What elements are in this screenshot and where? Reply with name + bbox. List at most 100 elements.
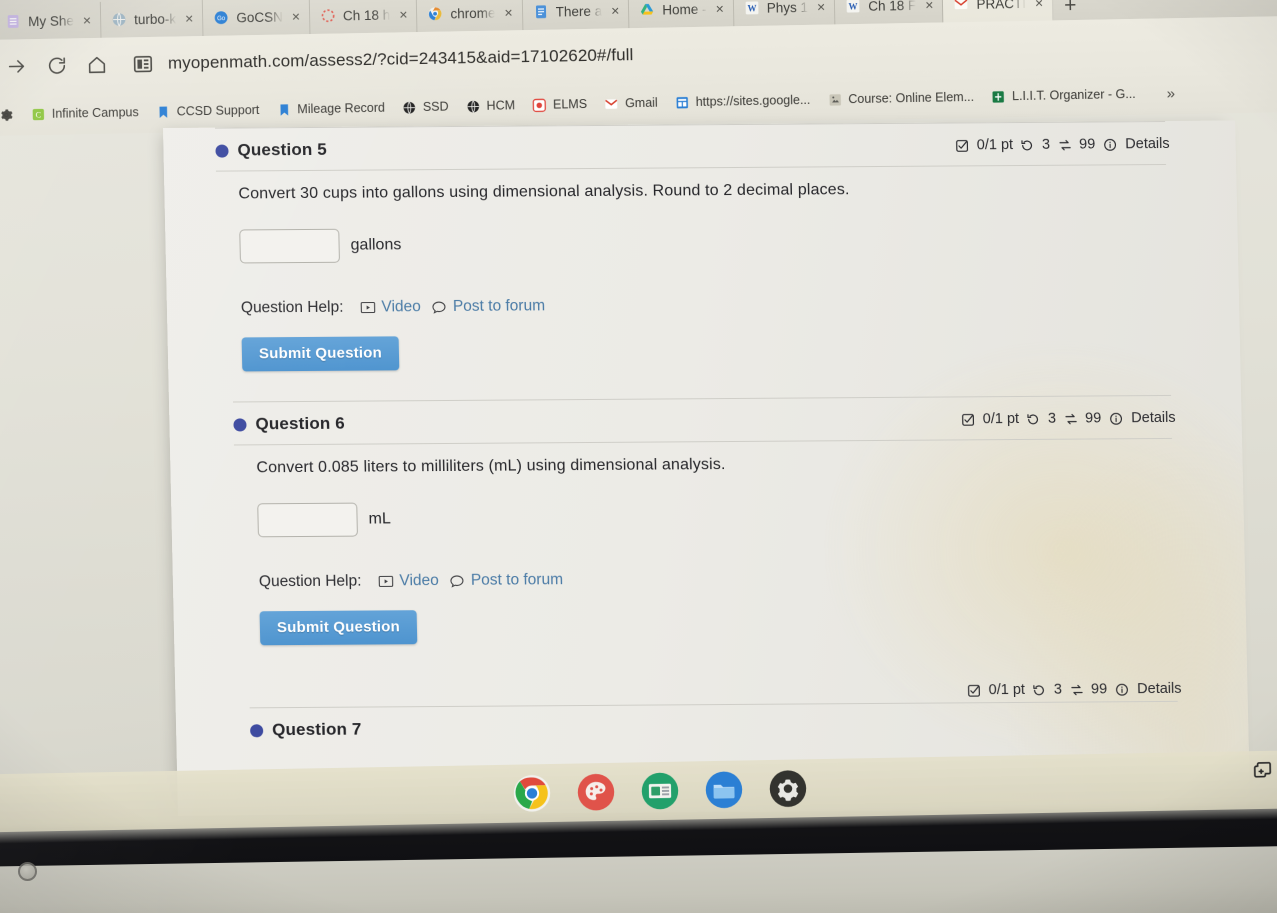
answer-input-gallons[interactable] (239, 228, 340, 264)
close-icon[interactable]: × (185, 10, 193, 26)
bookmark-label: Gmail (624, 95, 658, 111)
browser-tab[interactable]: Ch 18 h × (309, 0, 418, 35)
art-palette-icon[interactable] (577, 773, 616, 812)
new-tab-button[interactable]: + (1052, 0, 1089, 20)
home-icon[interactable] (86, 54, 108, 76)
details-link[interactable]: Details (1131, 410, 1176, 426)
browser-tab[interactable]: Home - × (629, 0, 735, 29)
site-info-icon[interactable] (132, 53, 154, 75)
bookmark-ribbon-icon (159, 106, 168, 118)
bookmark-label: Infinite Campus (51, 105, 139, 121)
bookmark-label: https://sites.google... (695, 92, 811, 109)
gear-icon[interactable] (0, 107, 14, 122)
swap-icon (1064, 413, 1077, 424)
retry-icon (1027, 413, 1039, 424)
news-icon[interactable] (641, 772, 680, 811)
files-icon[interactable] (705, 770, 744, 809)
question-prompt: Convert 30 cups into gallons using dimen… (238, 181, 850, 203)
address-bar[interactable]: myopenmath.com/assess2/?cid=243415&aid=1… (132, 44, 634, 75)
question-status-dot-icon (233, 417, 247, 431)
details-link[interactable]: Details (1125, 136, 1170, 152)
video-help-label: Video (381, 298, 422, 316)
info-icon[interactable] (1114, 682, 1129, 697)
close-icon[interactable]: × (399, 6, 407, 22)
cast-icon[interactable] (1252, 760, 1272, 780)
question-block-6: Question 6 0/1 pt 3 99 Details Convert 0… (232, 394, 1188, 646)
bookmark-label: L.I.I.T. Organizer - G... (1011, 86, 1136, 104)
close-icon[interactable]: × (817, 0, 825, 15)
gmail-icon (954, 0, 968, 10)
answer-row-6: mL (257, 497, 1186, 538)
bookmark-item[interactable]: https://sites.google... (675, 92, 811, 109)
bookmarks-overflow-button[interactable]: » (1167, 85, 1176, 102)
infinite-campus-icon: C (32, 108, 45, 120)
gocsn-icon: Go (214, 11, 228, 25)
bezel-indicator-icon (18, 862, 37, 881)
forum-help-link[interactable]: Post to forum (449, 571, 564, 590)
submit-question-button-6[interactable]: Submit Question (259, 610, 418, 646)
video-help-link[interactable]: Video (377, 572, 439, 590)
bookmark-item[interactable]: Course: Online Elem... (827, 89, 974, 107)
question-body-6: Convert 0.085 liters to milliliters (mL)… (234, 439, 1188, 646)
browser-tab-title: turbo-k (133, 10, 177, 27)
bookmark-label: CCSD Support (176, 102, 260, 119)
score-text: 0/1 pt (988, 681, 1026, 699)
video-help-link[interactable]: Video (359, 298, 421, 316)
question-help-label: Question Help: (240, 298, 344, 317)
browser-tab[interactable]: W Ch 18 F × (834, 0, 944, 25)
bookmark-item[interactable]: CCSD Support (156, 102, 260, 119)
close-icon[interactable]: × (504, 4, 512, 20)
bookmark-item[interactable]: ELMS (532, 96, 587, 112)
browser-tab[interactable]: My She × (0, 1, 102, 40)
submit-question-button-5[interactable]: Submit Question (241, 336, 400, 372)
close-icon[interactable]: × (715, 0, 723, 16)
browser-tab[interactable]: Go GoCSN × (202, 0, 311, 36)
close-icon[interactable]: × (83, 12, 91, 28)
info-icon[interactable] (1108, 411, 1123, 426)
details-link[interactable]: Details (1137, 681, 1182, 697)
close-icon[interactable]: × (611, 2, 619, 18)
settings-gear-icon[interactable] (769, 769, 808, 808)
close-icon[interactable]: × (925, 0, 933, 13)
question-help-row-5: Question Help: Video Post to forum (241, 293, 1181, 318)
bookmark-label: ELMS (552, 96, 588, 112)
info-icon[interactable] (1102, 137, 1117, 152)
answer-unit-label: mL (368, 510, 392, 528)
bookmark-item[interactable]: C Infinite Campus (31, 105, 139, 122)
video-icon (360, 301, 375, 314)
photographed-screen: My She × turbo-k × Go GoCSN × Ch 18 h × chrome × Th… (0, 0, 1277, 913)
browser-tab[interactable]: chrome × (417, 0, 523, 33)
bookmark-item[interactable]: Gmail (604, 95, 658, 111)
attempts-text: 3 (1053, 681, 1063, 698)
docs-icon (535, 5, 546, 19)
bookmark-ribbon-icon (280, 103, 288, 116)
retry-icon (1033, 684, 1045, 695)
close-icon[interactable]: × (1035, 0, 1043, 11)
svg-text:C: C (36, 110, 42, 119)
browser-tab-title: My She (28, 12, 75, 29)
bookmark-item[interactable]: L.I.I.T. Organizer - G... (991, 86, 1136, 104)
forum-help-label: Post to forum (470, 571, 564, 589)
chrome-icon[interactable] (513, 774, 552, 813)
shelf-status-tray[interactable]: Nov 17 (1252, 759, 1277, 780)
bookmark-item[interactable]: HCM (465, 98, 515, 114)
answer-input-ml[interactable] (257, 502, 358, 538)
browser-tab[interactable]: There a × (522, 0, 630, 31)
reload-icon[interactable] (46, 54, 68, 76)
question-status-dot-icon (215, 144, 229, 158)
browser-tab[interactable]: W Phys 1 × (733, 0, 836, 27)
forward-arrow-icon[interactable] (6, 55, 28, 77)
bookmark-item[interactable]: SSD (402, 99, 449, 115)
versions-text: 99 (1078, 136, 1096, 153)
browser-tab[interactable]: turbo-k × (100, 0, 204, 38)
question-header-7: 0/1 pt 3 99 Details (249, 669, 1190, 708)
close-icon[interactable]: × (292, 8, 300, 24)
browser-tab[interactable]: PRACTI × (943, 0, 1053, 23)
elms-icon (532, 98, 547, 112)
globe-dark-icon (403, 100, 416, 114)
bookmark-item[interactable]: Mileage Record (276, 100, 385, 117)
question-header-5: Question 5 0/1 pt 3 99 Details (215, 122, 1178, 171)
forum-help-link[interactable]: Post to forum (431, 297, 546, 316)
question-label: Question 5 (237, 139, 328, 160)
browser-tab-title: PRACTI (976, 0, 1027, 12)
